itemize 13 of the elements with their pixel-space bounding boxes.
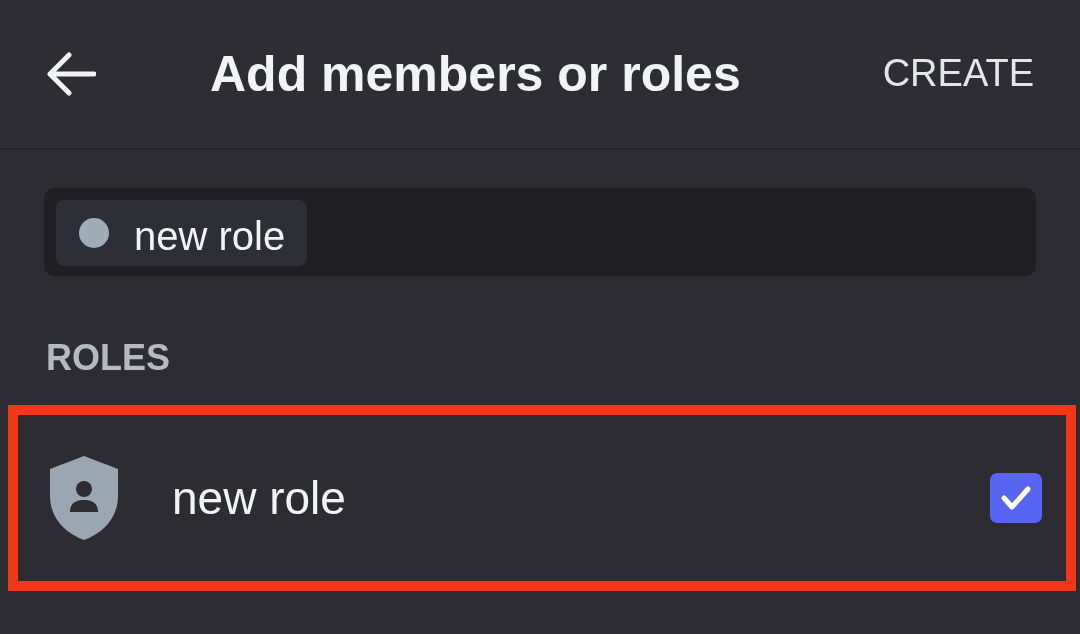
checkmark-icon bbox=[1001, 485, 1031, 512]
checkbox[interactable] bbox=[990, 473, 1042, 524]
page-title: Add members or roles bbox=[210, 45, 741, 104]
search-field[interactable]: new role bbox=[44, 188, 1036, 276]
back-arrow-icon bbox=[46, 52, 96, 96]
role-list-item[interactable]: new role bbox=[8, 405, 1076, 592]
section-heading: ROLES bbox=[46, 336, 171, 380]
back-button[interactable] bbox=[46, 52, 96, 96]
role-name: new role bbox=[172, 470, 346, 526]
create-button[interactable]: CREATE bbox=[882, 51, 1034, 97]
chip-label: new role bbox=[134, 213, 286, 256]
shield-person-icon bbox=[50, 456, 118, 541]
role-chip[interactable]: new role bbox=[56, 200, 308, 266]
